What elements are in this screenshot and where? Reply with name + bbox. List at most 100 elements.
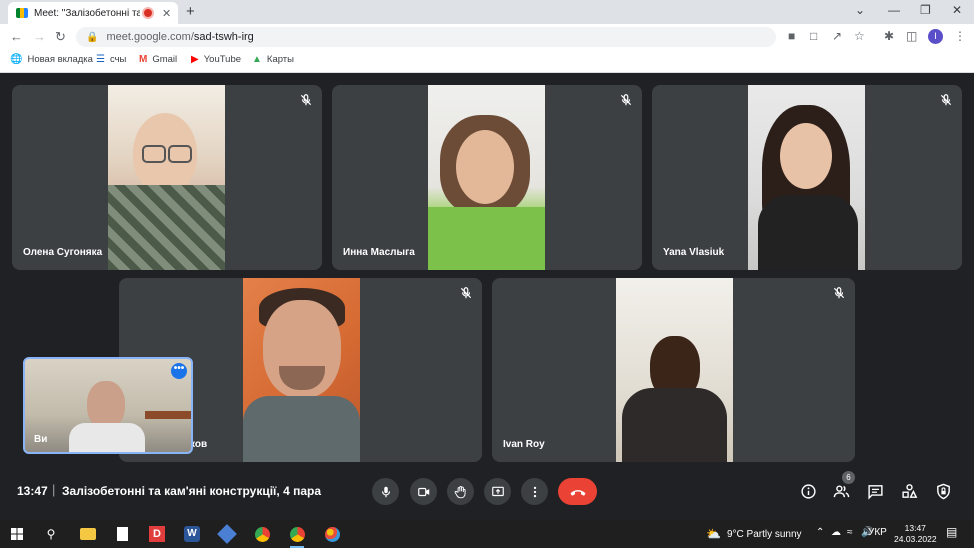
url-path: sad-tswh-irg [193, 31, 254, 43]
bookmark-item[interactable]: ▶ YouTube [191, 54, 241, 65]
self-view-tile[interactable]: ••• Ви [23, 357, 193, 454]
people-button[interactable] [831, 481, 851, 501]
participant-video [748, 85, 865, 270]
recording-indicator-icon [144, 9, 152, 17]
notifications-icon[interactable]: ▤ [946, 525, 957, 539]
app-tools-icon[interactable] [217, 524, 237, 544]
chrome-icon[interactable] [253, 525, 271, 543]
self-shirt [69, 423, 145, 452]
wifi-icon[interactable]: ≈ [847, 527, 853, 538]
tab-close-button[interactable]: ✕ [162, 7, 171, 20]
present-screen-button[interactable] [484, 478, 511, 505]
windows-taskbar: ⚲ D W ⛅ 9°C Partly sunny ⌃ ☁ ≈ 🔊 УКР 13:… [0, 520, 974, 548]
activities-icon [901, 483, 917, 498]
extensions-icon[interactable]: ✱ [884, 29, 894, 43]
chat-button[interactable] [865, 481, 885, 501]
mic-off-icon [832, 286, 846, 300]
participant-tile[interactable]: Ivan Roy [492, 278, 855, 462]
participant-video [428, 85, 545, 270]
tab-search-button[interactable]: ⌄ [855, 3, 865, 17]
weather-desc: Partly sunny [746, 528, 802, 540]
translate-icon[interactable]: □ [810, 29, 817, 43]
taskbar-date: 24.03.2022 [894, 534, 937, 544]
file-explorer-icon[interactable] [79, 525, 97, 543]
reload-icon[interactable]: ↻ [55, 29, 66, 45]
side-panel-icon[interactable]: ◫ [906, 29, 917, 43]
bookmark-item[interactable]: M Gmail [139, 54, 177, 65]
new-tab-button[interactable]: + [186, 3, 195, 20]
restore-button[interactable]: ❐ [920, 3, 931, 17]
bookmark-label: YouTube [203, 54, 242, 65]
participant-name: Yana Vlasiuk [663, 247, 725, 258]
partly-sunny-icon: ⛅ [706, 527, 721, 541]
bookmark-star-icon[interactable]: ☆ [854, 29, 865, 43]
word-icon[interactable]: W [183, 525, 201, 543]
bookmark-label: Новая вкладка [27, 54, 93, 65]
end-call-button[interactable] [558, 478, 597, 505]
more-options-button[interactable]: ••• [171, 363, 187, 379]
weather-widget[interactable]: ⛅ 9°C Partly sunny [706, 527, 802, 541]
present-icon [491, 486, 504, 496]
url-host: meet.google.com/ [106, 31, 194, 43]
host-controls-button[interactable] [933, 481, 953, 501]
windows-start-icon[interactable] [8, 525, 26, 543]
mic-off-icon [299, 93, 313, 107]
back-arrow-icon[interactable]: ← [10, 29, 23, 44]
bookmarks-bar: 🌐 Новая вкладка ☰ счы M Gmail ▶ YouTube ▲ Кар… [0, 50, 974, 73]
meeting-details-button[interactable] [798, 481, 818, 501]
menu-dots-icon[interactable]: ⋮ [954, 29, 966, 43]
bookmark-label: Gmail [152, 54, 178, 65]
hang-up-icon [570, 489, 585, 496]
browser-tab[interactable]: Meet: "Залізобетонні та кам' ✕ [8, 2, 178, 24]
participant-name: Инна Маслыга [343, 247, 415, 258]
participant-video [243, 278, 360, 462]
address-bar[interactable]: 🔒 meet.google.com/sad-tswh-irg [76, 27, 776, 47]
globe-icon: 🌐 [10, 54, 23, 65]
gmail-icon: M [139, 54, 148, 65]
bookmark-item[interactable]: 🌐 Новая вкладка [10, 54, 93, 65]
bookmark-item[interactable]: ▲ Карты [252, 54, 294, 65]
mic-off-icon [459, 286, 473, 300]
close-window-button[interactable]: ✕ [952, 3, 962, 17]
chrome-active-icon[interactable] [288, 525, 306, 548]
participant-tile[interactable]: Олена Сугоняка [12, 85, 322, 270]
flag-icon: ☰ [96, 54, 105, 65]
meeting-clock: 13:47 [17, 484, 48, 498]
microphone-button[interactable] [372, 478, 399, 505]
tab-title: Meet: "Залізобетонні та кам' [34, 7, 140, 19]
activities-button[interactable] [899, 481, 919, 501]
bookmark-item[interactable]: ☰ счы [96, 54, 126, 65]
microphone-icon [381, 486, 390, 497]
search-icon[interactable]: ⚲ [42, 525, 60, 543]
cloud-icon[interactable]: ☁ [831, 527, 841, 538]
camera-button[interactable] [410, 478, 437, 505]
notepad-icon[interactable] [113, 525, 131, 543]
participant-tile[interactable]: Yana Vlasiuk [652, 85, 962, 270]
camera-in-use-icon[interactable]: ■ [788, 29, 795, 43]
taskbar-clock[interactable]: 13:47 24.03.2022 [894, 523, 937, 545]
shield-lock-icon [936, 483, 950, 499]
mic-off-icon [939, 93, 953, 107]
participant-count-badge: 6 [842, 471, 855, 484]
browser-tab-strip: Meet: "Залізобетонні та кам' ✕ + ⌄ — ❐ ✕ [0, 0, 974, 24]
show-hidden-icons-chevron-icon[interactable]: ⌃ [816, 527, 824, 538]
info-icon [800, 483, 816, 499]
profile-avatar[interactable]: I [928, 29, 943, 44]
meet-favicon-icon [16, 8, 28, 18]
bookmark-label: счы [109, 54, 127, 65]
language-indicator[interactable]: УКР [868, 527, 887, 538]
raise-hand-button[interactable] [447, 478, 474, 505]
minimize-button[interactable]: — [888, 3, 900, 17]
share-icon[interactable]: ↗ [832, 29, 842, 43]
forward-arrow-icon[interactable]: → [33, 29, 46, 44]
hand-icon [454, 485, 466, 498]
video-camera-icon [417, 487, 429, 496]
more-options-button[interactable] [521, 478, 548, 505]
participant-tile[interactable]: Инна Маслыга [332, 85, 642, 270]
paint-icon[interactable] [323, 525, 341, 543]
weather-temp: 9°C [726, 528, 744, 540]
people-icon [833, 484, 849, 497]
app-d-icon[interactable]: D [148, 525, 166, 543]
bookmark-label: Карты [266, 54, 294, 65]
meeting-controls-bar: 13:47 | Залізобетонні та кам'яні констру… [0, 468, 974, 514]
